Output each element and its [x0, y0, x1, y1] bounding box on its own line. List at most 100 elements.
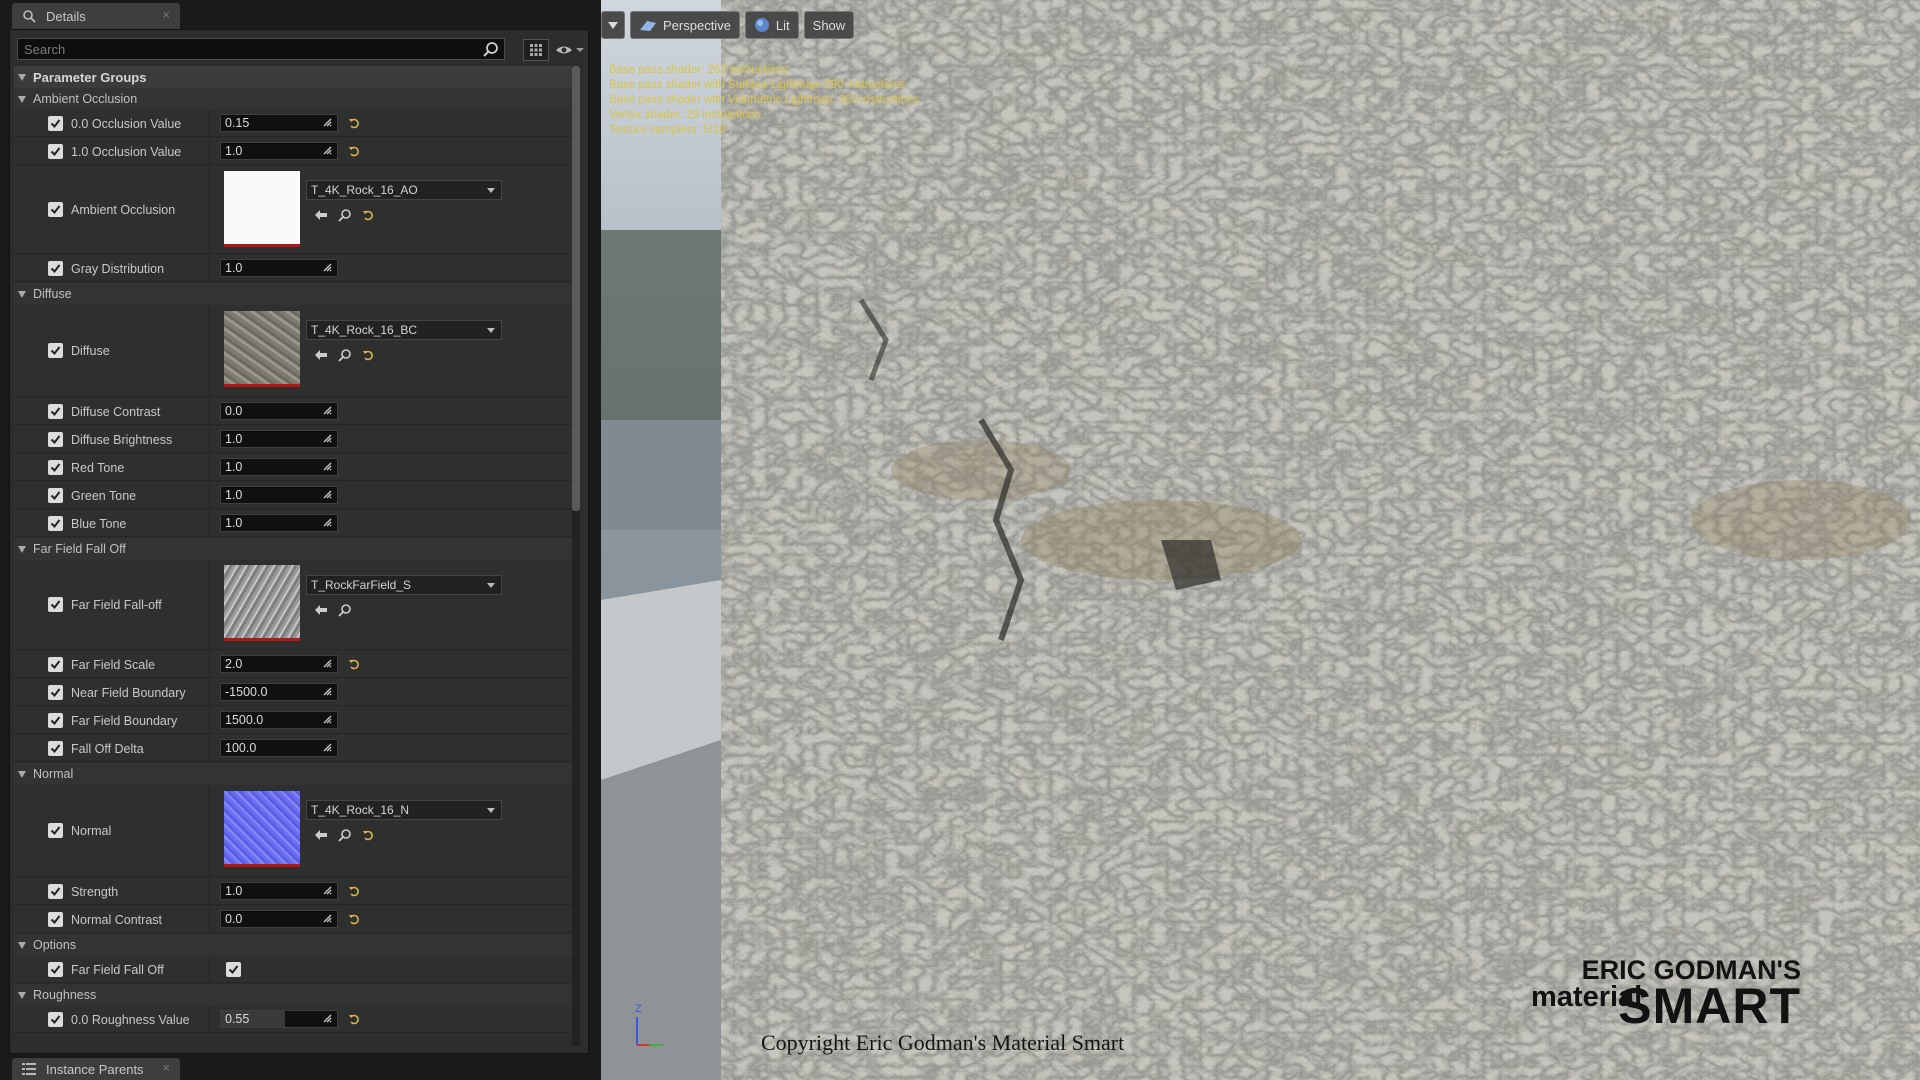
drag-grip-icon[interactable] [322, 1013, 333, 1024]
reset-to-default-icon[interactable] [348, 1013, 360, 1025]
browse-icon[interactable] [338, 603, 352, 617]
collapse-arrow-icon[interactable] [18, 545, 26, 553]
enable-checkbox[interactable] [48, 713, 63, 728]
drag-grip-icon[interactable] [322, 517, 333, 528]
collapse-arrow-icon[interactable] [18, 991, 26, 999]
collapse-arrow-icon[interactable] [18, 941, 26, 949]
value-field[interactable]: 1.0 [220, 882, 338, 900]
reset-to-default-icon[interactable] [362, 209, 374, 221]
drag-grip-icon[interactable] [322, 489, 333, 500]
use-selected-arrow-icon[interactable] [314, 829, 328, 841]
browse-icon[interactable] [338, 828, 352, 842]
ao-texture-thumbnail[interactable] [224, 171, 300, 247]
enable-checkbox[interactable] [48, 823, 63, 838]
enable-checkbox[interactable] [48, 884, 63, 899]
normal-texture-thumbnail[interactable] [224, 791, 300, 867]
enable-checkbox[interactable] [48, 404, 63, 419]
drag-grip-icon[interactable] [322, 405, 333, 416]
group-ambient-occlusion[interactable]: Ambient Occlusion [14, 88, 572, 110]
collapse-arrow-icon[interactable] [18, 95, 26, 103]
asset-dropdown[interactable]: T_4K_Rock_16_AO [306, 180, 502, 200]
perspective-button[interactable]: Perspective [630, 11, 740, 39]
group-far-field-fall-off[interactable]: Far Field Fall Off [14, 538, 572, 560]
value-field[interactable]: 1.0 [220, 458, 338, 476]
enable-checkbox[interactable] [48, 343, 63, 358]
browse-icon[interactable] [338, 348, 352, 362]
value-field[interactable]: 1.0 [220, 430, 338, 448]
value-field[interactable]: 1.0 [220, 259, 338, 277]
value-field[interactable]: 2.0 [220, 655, 338, 673]
value-field[interactable]: -1500.0 [220, 683, 338, 701]
use-selected-arrow-icon[interactable] [314, 349, 328, 361]
group-diffuse[interactable]: Diffuse [14, 283, 572, 305]
close-icon[interactable]: × [162, 1060, 170, 1075]
value-field[interactable]: 1.0 [220, 142, 338, 160]
drag-grip-icon[interactable] [322, 742, 333, 753]
viewport[interactable]: Perspective Lit Show Base pass shader: 2… [598, 0, 1920, 1080]
enable-checkbox[interactable] [48, 657, 63, 672]
enable-checkbox[interactable] [48, 962, 63, 977]
group-options[interactable]: Options [14, 934, 572, 956]
drag-grip-icon[interactable] [322, 117, 333, 128]
drag-grip-icon[interactable] [322, 686, 333, 697]
close-icon[interactable]: × [162, 7, 170, 22]
reset-to-default-icon[interactable] [362, 829, 374, 841]
drag-grip-icon[interactable] [322, 885, 333, 896]
value-field[interactable]: 0.0 [220, 402, 338, 420]
drag-grip-icon[interactable] [322, 433, 333, 444]
instance-parents-tab[interactable]: Instance Parents × [12, 1058, 180, 1080]
reset-to-default-icon[interactable] [348, 885, 360, 897]
value-field[interactable]: 1500.0 [220, 711, 338, 729]
far-field-texture-thumbnail[interactable] [224, 565, 300, 641]
browse-icon[interactable] [338, 208, 352, 222]
enable-checkbox[interactable] [48, 488, 63, 503]
scrollbar-thumb[interactable] [572, 66, 580, 511]
enable-checkbox[interactable] [48, 460, 63, 475]
enable-checkbox[interactable] [48, 685, 63, 700]
drag-grip-icon[interactable] [322, 461, 333, 472]
drag-grip-icon[interactable] [322, 145, 333, 156]
collapse-arrow-icon[interactable] [18, 73, 26, 81]
search-input[interactable] [17, 38, 505, 60]
value-field[interactable]: 100.0 [220, 739, 338, 757]
drag-grip-icon[interactable] [322, 658, 333, 669]
search-icon[interactable] [483, 41, 499, 60]
reset-to-default-icon[interactable] [348, 117, 360, 129]
enable-checkbox[interactable] [48, 912, 63, 927]
use-selected-arrow-icon[interactable] [314, 209, 328, 221]
viewport-options-button[interactable] [601, 11, 625, 39]
enable-checkbox[interactable] [48, 741, 63, 756]
diffuse-texture-thumbnail[interactable] [224, 311, 300, 387]
use-selected-arrow-icon[interactable] [314, 604, 328, 616]
asset-dropdown[interactable]: T_4K_Rock_16_N [306, 800, 502, 820]
value-field[interactable]: 0.15 [220, 114, 338, 132]
value-field[interactable]: 1.0 [220, 514, 338, 532]
enable-checkbox[interactable] [48, 1012, 63, 1027]
details-tab[interactable]: Details × [12, 3, 180, 29]
drag-grip-icon[interactable] [322, 913, 333, 924]
group-normal[interactable]: Normal [14, 763, 572, 785]
reset-to-default-icon[interactable] [348, 658, 360, 670]
collapse-arrow-icon[interactable] [18, 770, 26, 778]
value-slider-field[interactable]: 0.55 [220, 1010, 338, 1028]
value-checkbox[interactable] [226, 962, 241, 977]
enable-checkbox[interactable] [48, 432, 63, 447]
group-roughness[interactable]: Roughness [14, 984, 572, 1006]
asset-dropdown[interactable]: T_RockFarField_S [306, 575, 502, 595]
enable-checkbox[interactable] [48, 516, 63, 531]
enable-checkbox[interactable] [48, 202, 63, 217]
enable-checkbox[interactable] [48, 144, 63, 159]
reset-to-default-icon[interactable] [348, 145, 360, 157]
show-button[interactable]: Show [803, 11, 855, 39]
lit-button[interactable]: Lit [744, 11, 799, 39]
enable-checkbox[interactable] [48, 116, 63, 131]
drag-grip-icon[interactable] [322, 262, 333, 273]
reset-to-default-icon[interactable] [362, 349, 374, 361]
reset-to-default-icon[interactable] [348, 913, 360, 925]
parameter-groups-header[interactable]: Parameter Groups [14, 66, 572, 88]
scrollbar[interactable] [572, 66, 580, 1046]
visibility-options-button[interactable] [555, 40, 591, 60]
drag-grip-icon[interactable] [322, 714, 333, 725]
value-field[interactable]: 1.0 [220, 486, 338, 504]
value-field[interactable]: 0.0 [220, 910, 338, 928]
